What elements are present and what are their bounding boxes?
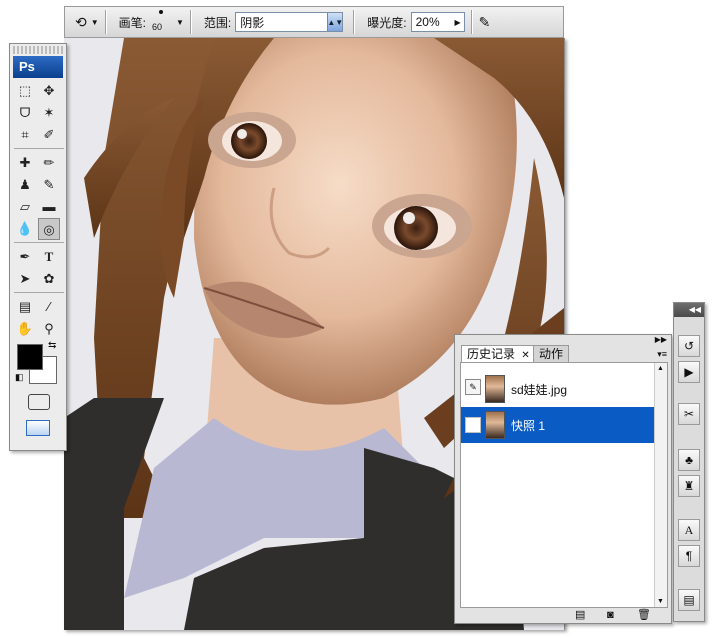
new-snapshot-icon[interactable]: ◙ <box>607 609 614 621</box>
exposure-value: 20% <box>415 15 440 29</box>
toolbox-grip[interactable] <box>13 46 63 54</box>
panel-menu-icon[interactable]: ▾≡ <box>657 349 667 360</box>
tool-preset-icon[interactable]: ⟲ <box>75 14 87 31</box>
snapshot-thumbnail <box>485 411 505 439</box>
exposure-field[interactable]: 20% ▶ <box>410 12 465 32</box>
panel-dock: ◀◀ ↺ ▶ ✂ ♣ ♜ A ¶ ▤ <box>673 302 705 622</box>
airbrush-icon[interactable]: ✎ <box>479 14 491 31</box>
history-snapshot-row[interactable]: 快照 1 <box>461 407 657 443</box>
path-selection-icon[interactable]: ➤ <box>14 268 36 290</box>
new-document-from-state-icon[interactable]: ▤ <box>575 608 585 621</box>
exposure-label: 曝光度: <box>367 15 407 30</box>
options-bar: ⟲ ▼ 画笔: 60 ▼ 范围: 阴影 ▲▼ 曝光度: 20% ▶ ✎ <box>64 6 564 38</box>
toolbox-divider <box>14 148 64 149</box>
history-source-checkbox[interactable] <box>465 417 481 433</box>
gradient-icon[interactable]: ▬ <box>38 196 60 218</box>
zoom-icon[interactable]: ⚲ <box>38 318 60 340</box>
swap-colors-icon[interactable]: ⇆ <box>48 340 56 351</box>
foreground-color[interactable] <box>17 344 43 370</box>
range-select-arrow-icon[interactable]: ▲▼ <box>327 13 343 31</box>
range-select[interactable]: 阴影 ▲▼ <box>235 12 344 32</box>
tab-history[interactable]: 历史记录 ✕ <box>461 345 536 362</box>
tab-actions-label: 动作 <box>539 347 564 361</box>
separator <box>104 10 107 34</box>
slice-icon[interactable]: ✐ <box>38 124 60 146</box>
healing-brush-icon[interactable]: ✚ <box>14 152 36 174</box>
history-item-label: 快照 1 <box>511 418 546 433</box>
marquee-icon[interactable]: ⬚ <box>14 80 36 102</box>
brush-dropdown-icon[interactable]: ▼ <box>176 18 184 27</box>
history-source-icon[interactable]: ✎ <box>465 379 481 395</box>
shape-icon[interactable]: ✿ <box>38 268 60 290</box>
separator <box>353 10 356 34</box>
brush-picker[interactable]: 60 <box>150 8 174 36</box>
scroll-up-icon[interactable]: ▲ <box>657 365 664 372</box>
paragraph-panel-icon[interactable]: ¶ <box>678 545 700 567</box>
range-value: 阴影 <box>240 15 265 30</box>
text-icon[interactable]: T <box>38 246 60 268</box>
pen-icon[interactable]: ✒ <box>14 246 36 268</box>
clone-stamp-icon[interactable]: ♟ <box>14 174 36 196</box>
quick-mask-icon[interactable] <box>28 394 50 410</box>
ps-logo[interactable]: Ps <box>13 56 63 78</box>
brush-icon[interactable]: ✏ <box>38 152 60 174</box>
move-icon[interactable]: ✥ <box>38 80 60 102</box>
lasso-icon[interactable]: ᗜ <box>14 102 36 124</box>
delete-state-icon[interactable]: 🗑 <box>637 608 651 621</box>
separator <box>189 10 192 34</box>
history-panel: ▶▶ 历史记录 ✕ 动作 ▾≡ ✎ sd娃娃.jpg 快照 1 ▲ ▼ ▤ ◙ … <box>454 334 672 624</box>
dock-grip[interactable]: ◀◀ <box>674 303 704 317</box>
history-brush-icon[interactable]: ✎ <box>38 174 60 196</box>
default-colors-icon[interactable]: ◧ <box>15 372 24 383</box>
tab-history-label: 历史记录 <box>467 347 516 361</box>
eyedropper-icon[interactable]: ⁄ <box>38 296 60 318</box>
snapshot-thumbnail <box>485 375 505 403</box>
magic-wand-icon[interactable]: ✶ <box>38 102 60 124</box>
character-panel-icon[interactable]: A <box>678 519 700 541</box>
panel-collapse-icon[interactable]: ▶▶ <box>655 335 667 344</box>
scroll-down-icon[interactable]: ▼ <box>657 598 664 605</box>
tab-actions[interactable]: 动作 <box>533 345 570 362</box>
history-list: ✎ sd娃娃.jpg 快照 1 ▲ ▼ <box>460 362 668 608</box>
history-item-label: sd娃娃.jpg <box>511 382 568 397</box>
history-panel-icon[interactable]: ↺ <box>678 335 700 357</box>
hand-icon[interactable]: ✋ <box>14 318 36 340</box>
brush-dot-icon <box>159 10 163 14</box>
history-snapshot-row[interactable]: ✎ sd娃娃.jpg <box>461 371 657 407</box>
layer-comps-icon[interactable]: ▤ <box>678 589 700 611</box>
screen-mode-icon[interactable] <box>26 420 50 436</box>
blur-icon[interactable]: 💧 <box>14 218 36 240</box>
brush-size: 60 <box>152 22 163 32</box>
actions-panel-icon[interactable]: ▶ <box>678 361 700 383</box>
eraser-icon[interactable]: ▱ <box>14 196 36 218</box>
dodge-icon[interactable]: ◎ <box>38 218 60 240</box>
brushes-panel-icon[interactable]: ♣ <box>678 449 700 471</box>
tool-presets-icon[interactable]: ✂ <box>678 403 700 425</box>
separator <box>470 10 473 34</box>
close-tab-icon[interactable]: ✕ <box>521 350 529 361</box>
notes-icon[interactable]: ▤ <box>14 296 36 318</box>
toolbox: Ps ⬚ ✥ ᗜ ✶ ⌗ ✐ ✚ ✏ ♟ ✎ ▱ ▬ 💧 ◎ ✒ T ➤ ✿ ▤… <box>9 43 67 451</box>
tool-preset-dropdown-icon[interactable]: ▼ <box>91 18 99 27</box>
brush-label: 画笔: <box>118 15 146 30</box>
toolbox-divider <box>14 292 64 293</box>
clone-source-icon[interactable]: ♜ <box>678 475 700 497</box>
exposure-arrow-icon[interactable]: ▶ <box>454 18 463 27</box>
history-scrollbar[interactable]: ▲ ▼ <box>654 363 667 607</box>
range-label: 范围: <box>203 15 232 30</box>
toolbox-divider <box>14 242 64 243</box>
crop-icon[interactable]: ⌗ <box>14 124 36 146</box>
